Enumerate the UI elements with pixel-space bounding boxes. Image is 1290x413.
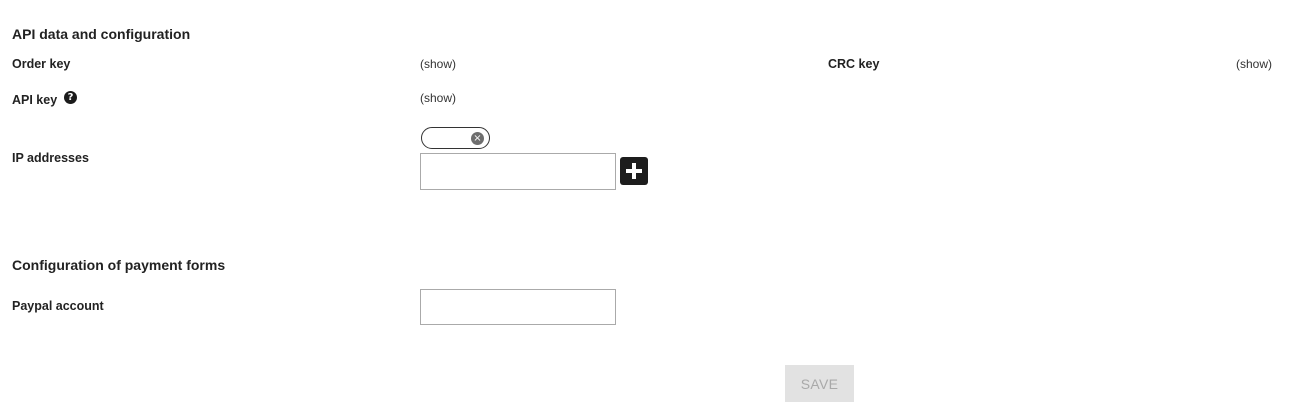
paypal-account-label: Paypal account: [12, 299, 104, 313]
ip-addresses-label: IP addresses: [12, 151, 89, 165]
order-key-label: Order key: [12, 57, 71, 71]
paypal-account-input[interactable]: [420, 289, 616, 325]
api-key-show-link[interactable]: (show): [420, 91, 456, 105]
api-key-label: API key: [12, 93, 58, 107]
save-button[interactable]: SAVE: [785, 365, 854, 402]
payment-section-title: Configuration of payment forms: [12, 257, 226, 273]
api-configuration-page: API data and configuration Order key (sh…: [0, 0, 1290, 413]
ip-address-input[interactable]: [420, 153, 616, 190]
question-icon[interactable]: ?: [64, 91, 77, 104]
order-key-show-link[interactable]: (show): [420, 57, 456, 71]
api-section-title: API data and configuration: [12, 26, 191, 42]
close-icon[interactable]: ×: [471, 132, 484, 145]
add-ip-address-button[interactable]: [620, 157, 648, 185]
ip-address-chip: ×: [421, 127, 490, 149]
crc-key-label: CRC key: [828, 57, 880, 71]
crc-key-show-link[interactable]: (show): [1236, 57, 1272, 71]
